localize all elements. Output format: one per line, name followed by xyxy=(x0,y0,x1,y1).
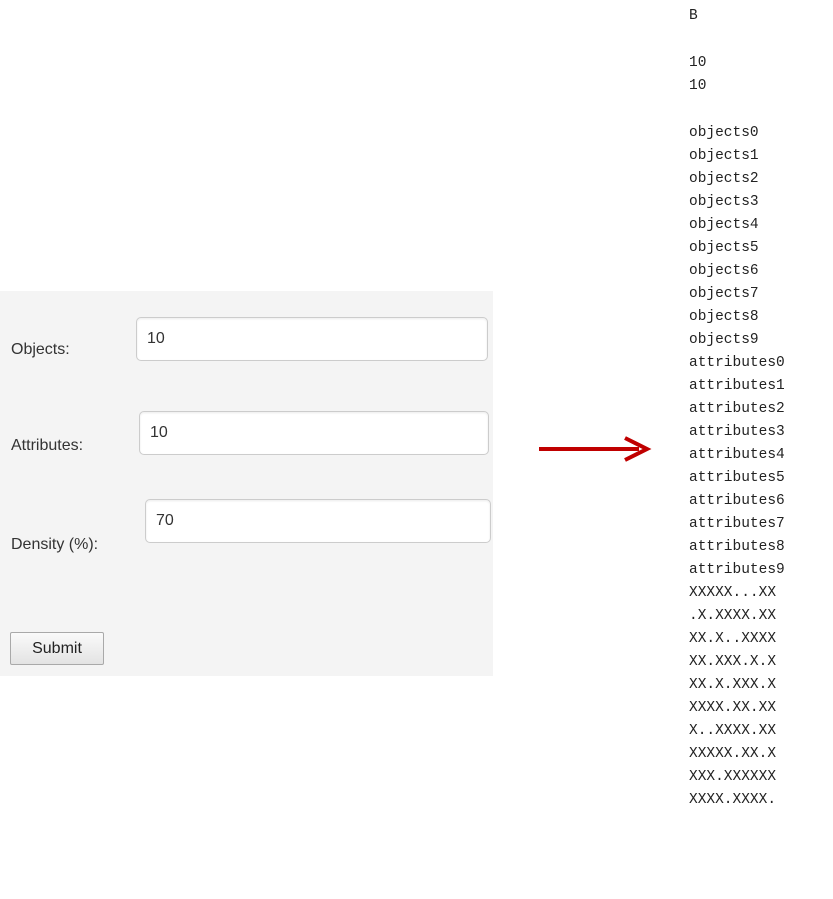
output-object-count: 10 xyxy=(689,55,707,71)
matrix-row: X..XXXX.XX xyxy=(689,723,777,739)
arrow-right-icon xyxy=(539,436,652,462)
object-line: objects5 xyxy=(689,240,759,256)
attribute-line: attributes9 xyxy=(689,562,785,578)
output-matrix: XXXXX...XX .X.XXXX.XX XX.X..XXXX XX.XXX.X.X… xyxy=(689,582,785,812)
objects-label: Objects: xyxy=(11,341,70,358)
matrix-row: XXXXX...XX xyxy=(689,585,777,601)
object-line: objects1 xyxy=(689,148,759,164)
submit-button[interactable]: Submit xyxy=(10,632,104,665)
object-line: objects3 xyxy=(689,194,759,210)
object-line: objects4 xyxy=(689,217,759,233)
attributes-input[interactable] xyxy=(139,411,489,455)
output-attribute-count: 10 xyxy=(689,78,707,94)
matrix-row: XXXX.XXXX. xyxy=(689,792,777,808)
objects-input[interactable] xyxy=(136,317,488,361)
object-line: objects6 xyxy=(689,263,759,279)
matrix-row: XXXX.XX.XX xyxy=(689,700,777,716)
attribute-line: attributes2 xyxy=(689,401,785,417)
density-input[interactable] xyxy=(145,499,491,543)
density-label: Density (%): xyxy=(11,536,99,553)
attribute-line: attributes1 xyxy=(689,378,785,394)
attribute-line: attributes3 xyxy=(689,424,785,440)
attributes-label: Attributes: xyxy=(11,437,84,454)
object-line: objects2 xyxy=(689,171,759,187)
matrix-row: XX.XXX.X.X xyxy=(689,654,777,670)
context-output: B 10 10 objects0 objects1 objects2 objects3… xyxy=(689,5,785,812)
output-objects-list: objects0 objects1 objects2 objects3 objects4… xyxy=(689,122,785,352)
matrix-row: XX.X.XXX.X xyxy=(689,677,777,693)
attribute-line: attributes4 xyxy=(689,447,785,463)
attribute-line: attributes6 xyxy=(689,493,785,509)
attribute-line: attributes8 xyxy=(689,539,785,555)
output-blank-line xyxy=(689,28,785,52)
matrix-row: XXX.XXXXXX xyxy=(689,769,777,785)
object-line: objects7 xyxy=(689,286,759,302)
output-attributes-list: attributes0 attributes1 attributes2 attribu… xyxy=(689,352,785,582)
attribute-line: attributes5 xyxy=(689,470,785,486)
matrix-row: XX.X..XXXX xyxy=(689,631,777,647)
attribute-line: attributes7 xyxy=(689,516,785,532)
matrix-row: .X.XXXX.XX xyxy=(689,608,777,624)
object-line: objects0 xyxy=(689,125,759,141)
output-header: B xyxy=(689,8,698,24)
matrix-row: XXXXX.XX.X xyxy=(689,746,777,762)
output-blank-line xyxy=(689,98,785,122)
generator-form: Objects: Attributes: Density (%): Submit xyxy=(0,291,493,676)
attribute-line: attributes0 xyxy=(689,355,785,371)
object-line: objects9 xyxy=(689,332,759,348)
object-line: objects8 xyxy=(689,309,759,325)
